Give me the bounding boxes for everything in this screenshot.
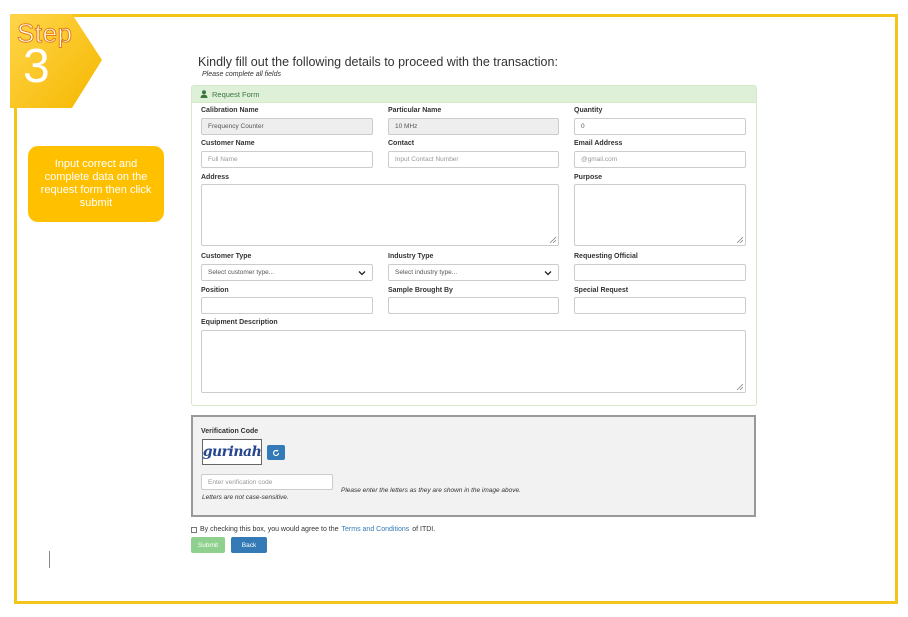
industry-type-select[interactable]: Select industry type... xyxy=(388,264,559,281)
position-label: Position xyxy=(201,287,229,294)
resize-grip-icon[interactable] xyxy=(736,383,743,390)
particular-name-field: 10 MHz xyxy=(388,118,559,135)
purpose-textarea[interactable] xyxy=(574,184,746,246)
customer-type-select[interactable]: Select customer type... xyxy=(201,264,373,281)
customer-name-input[interactable]: Full Name xyxy=(201,151,373,168)
step-badge: Step 3 xyxy=(10,14,102,108)
quantity-label: Quantity xyxy=(574,107,603,114)
back-button[interactable]: Back xyxy=(231,537,267,553)
page-subtitle: Please complete all fields xyxy=(202,71,281,78)
position-input[interactable] xyxy=(201,297,373,314)
address-label: Address xyxy=(201,174,230,181)
chevron-down-icon xyxy=(544,270,552,275)
contact-input[interactable]: Input Contact Number xyxy=(388,151,559,168)
contact-label: Contact xyxy=(388,140,415,147)
terms-link[interactable]: Terms and Conditions xyxy=(342,526,410,533)
special-request-input[interactable] xyxy=(574,297,746,314)
page-title: Kindly fill out the following details to… xyxy=(198,55,558,69)
refresh-captcha-button[interactable] xyxy=(267,445,285,460)
terms-checkbox[interactable] xyxy=(191,526,197,533)
calibration-name-field: Frequency Counter xyxy=(201,118,373,135)
captcha-image: gurinah xyxy=(202,439,262,465)
refresh-icon xyxy=(273,449,280,456)
customer-name-label: Customer Name xyxy=(201,140,255,147)
purpose-label: Purpose xyxy=(574,174,603,181)
particular-name-label: Particular Name xyxy=(388,107,442,114)
email-input[interactable]: @gmail.com xyxy=(574,151,746,168)
verification-instruction: Please enter the letters as they are sho… xyxy=(341,487,521,494)
equipment-description-textarea[interactable] xyxy=(201,330,746,393)
address-textarea[interactable] xyxy=(201,184,559,246)
sample-brought-by-input[interactable] xyxy=(388,297,559,314)
industry-type-selected: Select industry type... xyxy=(395,269,458,276)
verification-label: Verification Code xyxy=(201,428,259,435)
calibration-name-label: Calibration Name xyxy=(201,107,259,114)
industry-type-label: Industry Type xyxy=(388,253,434,260)
step-number: 3 xyxy=(23,40,50,93)
customer-type-label: Customer Type xyxy=(201,253,252,260)
case-note: Letters are not case-sensitive. xyxy=(202,494,289,501)
submit-button[interactable]: Submit xyxy=(191,537,225,553)
instruction-callout: Input correct and complete data on the r… xyxy=(28,146,164,222)
requesting-official-label: Requesting Official xyxy=(574,253,638,260)
resize-grip-icon[interactable] xyxy=(736,236,743,243)
user-icon xyxy=(200,90,208,98)
sample-brought-by-label: Sample Brought By xyxy=(388,287,453,294)
panel-header: Request Form xyxy=(192,86,756,103)
verification-panel: Verification Code gurinah Enter verifica… xyxy=(191,415,756,517)
quantity-input[interactable]: 0 xyxy=(574,118,746,135)
requesting-official-input[interactable] xyxy=(574,264,746,281)
panel-title: Request Form xyxy=(212,89,260,99)
equipment-description-label: Equipment Description xyxy=(201,319,278,326)
special-request-label: Special Request xyxy=(574,287,629,294)
chevron-down-icon xyxy=(358,270,366,275)
verification-code-input[interactable]: Enter verification code xyxy=(201,474,333,490)
email-label: Email Address xyxy=(574,140,623,147)
resize-grip-icon[interactable] xyxy=(549,236,556,243)
terms-suffix: of ITDI. xyxy=(412,526,436,533)
terms-prefix: By checking this box, you would agree to… xyxy=(200,526,339,533)
divider xyxy=(49,551,50,568)
customer-type-selected: Select customer type... xyxy=(208,269,275,276)
terms-agreement: By checking this box, you would agree to… xyxy=(191,526,435,533)
